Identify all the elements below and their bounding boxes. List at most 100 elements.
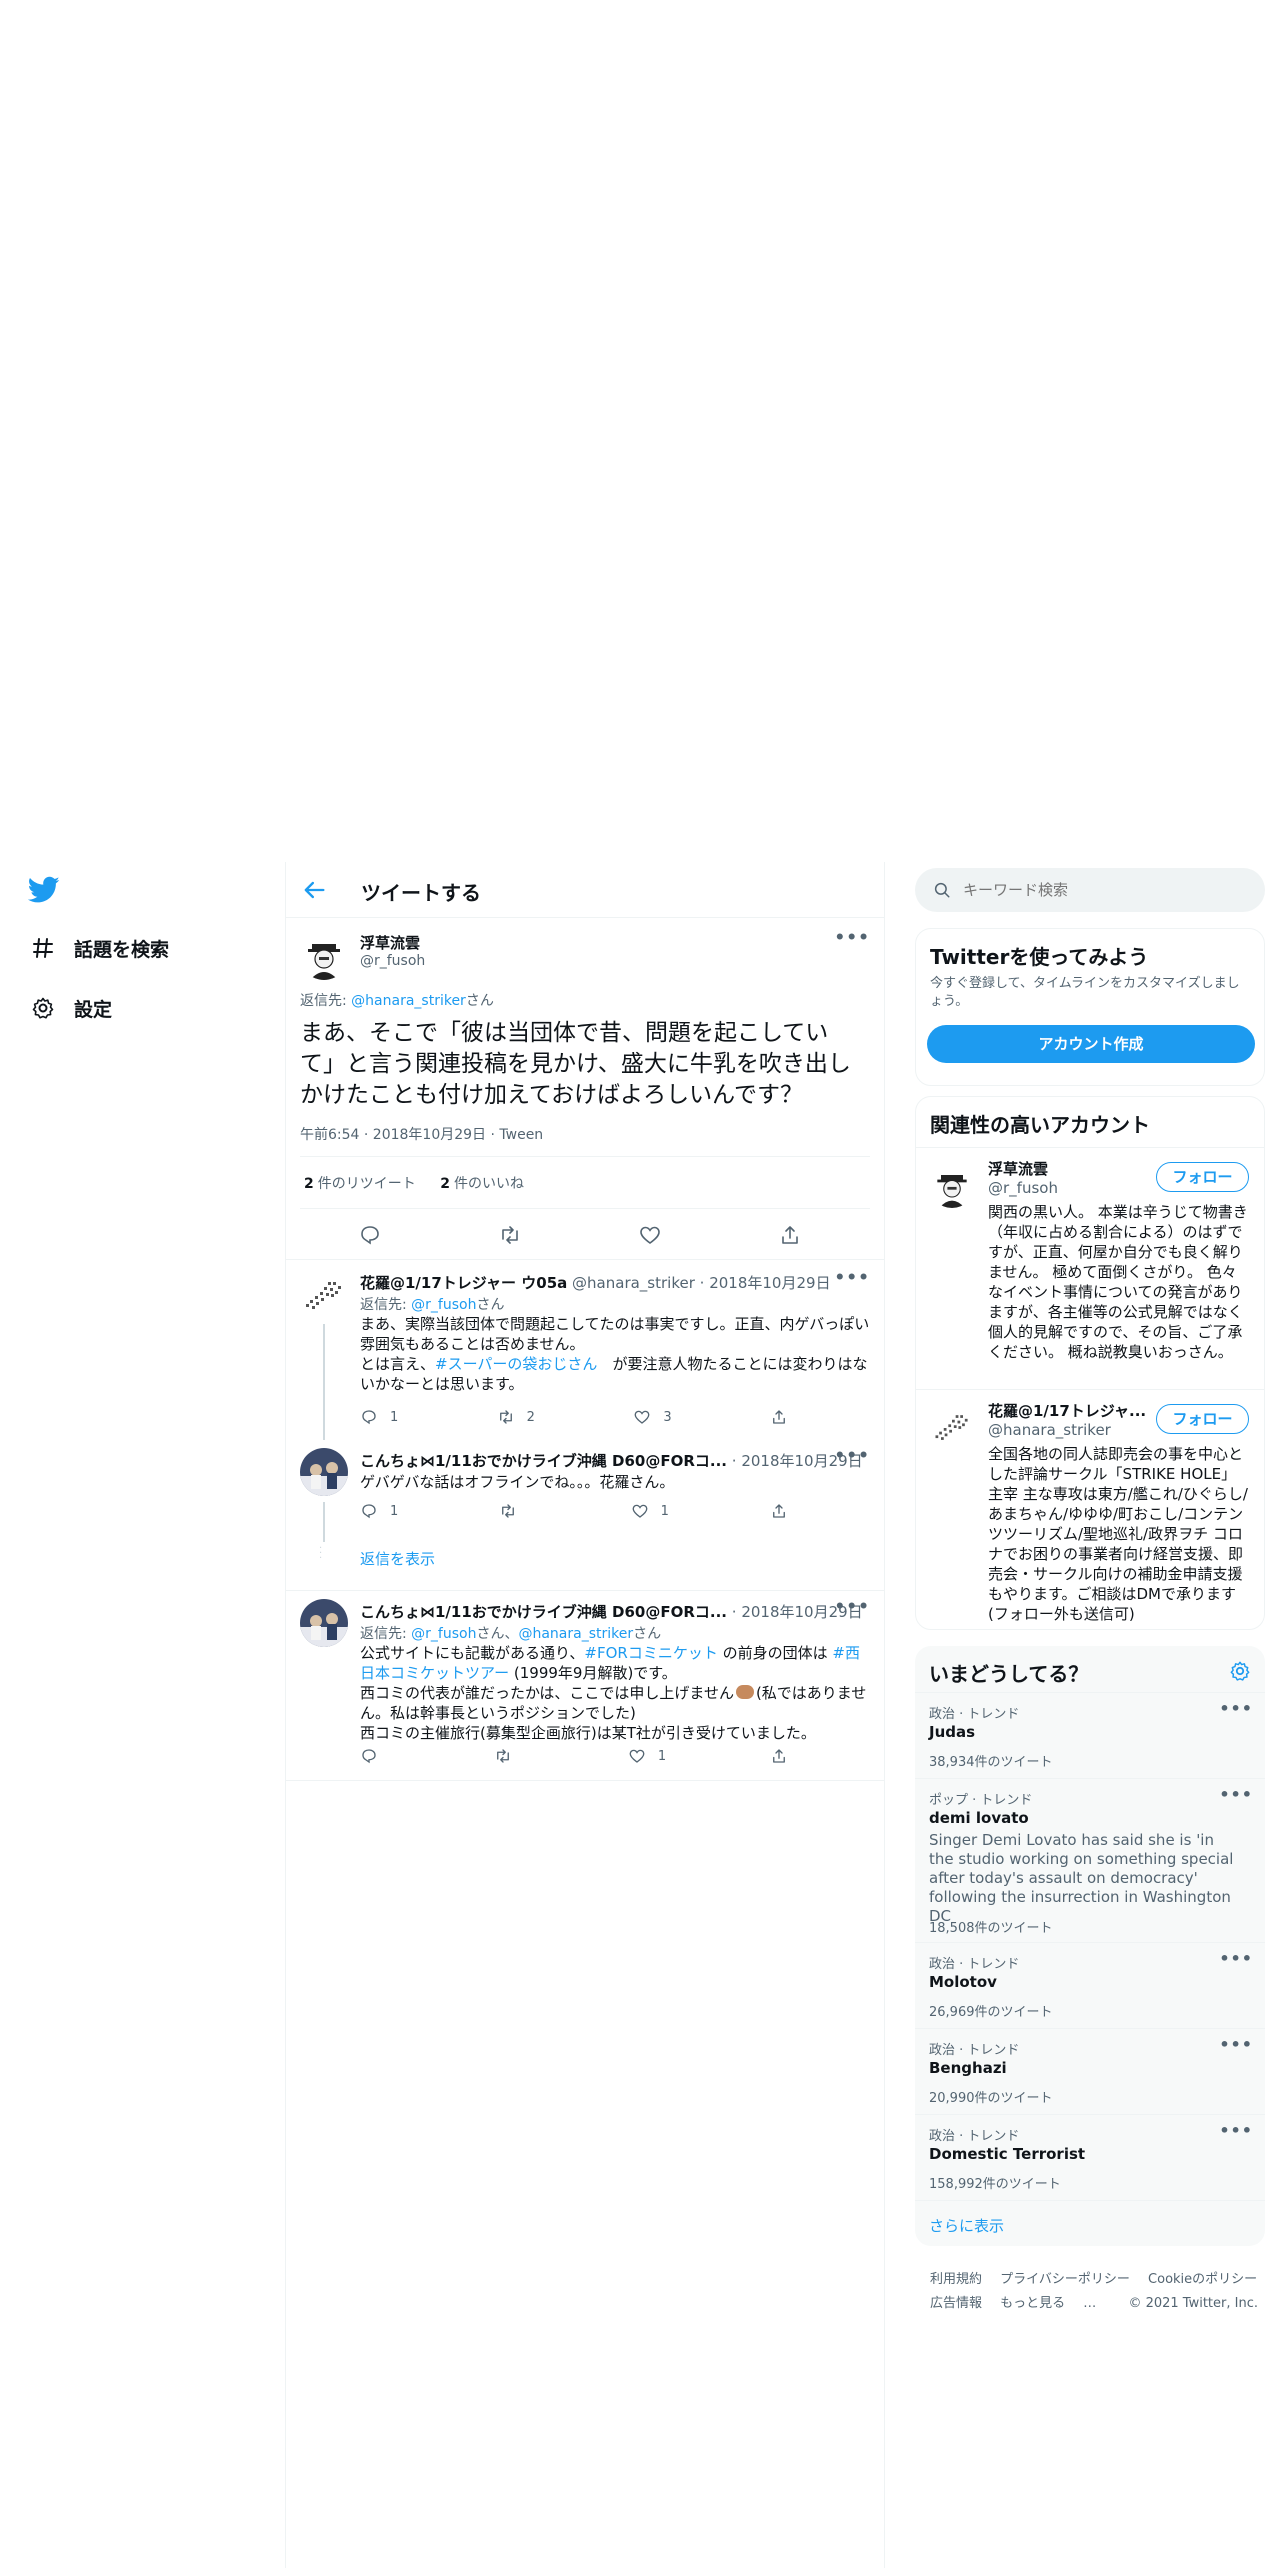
avatar[interactable] [300,1448,348,1496]
account-name: 浮草流雲 [988,1160,1049,1178]
avatar[interactable] [300,1599,348,1647]
thread-line [323,1324,325,1440]
share-action[interactable] [770,1747,800,1765]
arrow-left-icon [304,881,325,899]
reply-action[interactable]: 1 [360,1408,398,1426]
footer-more-label: もっと見る [1000,2296,1066,2311]
reply-to-link[interactable]: @hanara_striker [518,1626,633,1642]
retweet-count[interactable]: 2 [304,1176,314,1192]
like-action[interactable]: 3 [633,1408,672,1426]
share-icon[interactable] [778,1223,802,1247]
more-icon[interactable]: ••• [1219,1785,1253,1804]
account-bio: 関西の黒い人。 本業は辛うじて物書き（年収に占める割合による）のはずですが、正直… [988,1203,1248,1361]
like-action[interactable]: 1 [628,1747,666,1765]
trend-item[interactable]: 政治 · トレンド ••• Judas 38,934件のツイート [915,1692,1265,1778]
account-cell[interactable]: 浮草流雲 @r_fusoh フォロー 関西の黒い人。 本業は辛うじて物書き（年収… [916,1147,1264,1389]
nav-explore[interactable]: 話題を検索 [28,926,169,970]
more-icon[interactable]: ••• [834,928,870,948]
footer-link[interactable]: Cookieのポリシー [1148,2272,1257,2287]
search-input[interactable] [963,878,1243,902]
footer-link[interactable]: もっと見る … [1000,2296,1110,2311]
trend-count: 38,934件のツイート [929,1755,1053,1770]
signup-button[interactable]: アカウント作成 [927,1025,1255,1063]
tweet-timestamp[interactable]: 午前6:54 · 2018年10月29日 · Tween [300,1124,543,1144]
avatar[interactable] [300,1272,348,1320]
reply-action[interactable] [360,1747,390,1765]
retweet-label[interactable]: 件のリツイート [318,1176,416,1192]
avatar[interactable] [930,1164,974,1208]
gear-icon[interactable] [1229,1660,1251,1682]
share-icon [773,1410,785,1424]
trend-item[interactable]: 政治 · トレンド ••• Benghazi 20,990件のツイート [915,2028,1265,2114]
account-handle: @hanara_striker [988,1421,1111,1439]
retweet-action[interactable] [499,1502,529,1520]
reply-to-link[interactable]: @r_fusoh [411,1297,476,1313]
show-more-link[interactable]: さらに表示 [929,2215,1004,2236]
author-handle[interactable]: @hanara_striker [572,1274,695,1292]
reply-suffix: さん [476,1297,505,1313]
follow-button[interactable]: フォロー [1156,1404,1249,1434]
more-icon[interactable]: ••• [834,1597,870,1617]
trend-item[interactable]: 政治 · トレンド ••• Domestic Terrorist 158,992… [915,2114,1265,2200]
more-icon[interactable]: ••• [1219,1949,1253,1968]
more-icon[interactable]: ••• [1219,2035,1253,2054]
nav-settings[interactable]: 設定 [28,986,112,1030]
like-label[interactable]: 件のいいね [454,1176,524,1192]
more-icon[interactable]: ••• [1219,2121,1253,2140]
like-icon[interactable] [638,1223,662,1247]
footer-link[interactable]: 利用規約 [930,2272,982,2287]
timeline-column: ツイートする 浮草流雲 @r_fusoh ••• 返信先: @hanara_st… [285,862,885,2568]
trend-item[interactable]: ポップ · トレンド ••• demi lovato Singer Demi L… [915,1778,1265,1942]
reply-action[interactable]: 1 [360,1502,398,1520]
reply-prefix: 返信先: [360,1626,412,1642]
retweet-action[interactable]: 2 [497,1408,535,1426]
signup-subtitle: 今すぐ登録して、タイムラインをカスタマイズしましょう。 [930,976,1240,1009]
show-more-row[interactable]: さらに表示 [915,2200,1265,2246]
more-icon[interactable]: ••• [1219,1699,1253,1718]
reply-to-line: 返信先: @hanara_strikerさん [300,990,494,1010]
tweet-date[interactable]: 2018年10月29日 [709,1274,830,1292]
avatar[interactable] [300,932,348,980]
share-action[interactable] [770,1408,800,1426]
hashtag-link[interactable]: #FORコミニケット [584,1644,717,1662]
like-icon [634,1410,650,1424]
follow-button[interactable]: フォロー [1156,1162,1249,1192]
retweet-count: 2 [526,1409,535,1425]
trend-item[interactable]: 政治 · トレンド ••• Molotov 26,969件のツイート [915,1942,1265,2028]
footer-link[interactable]: プライバシーポリシー [1000,2272,1130,2287]
account-cell[interactable]: 花羅@1/17トレジャ... @hanara_striker フォロー 全国各地… [916,1389,1264,1629]
author-name[interactable]: 花羅@1/17トレジャー ウ05a [360,1274,567,1292]
reply-to-link[interactable]: @r_fusoh [411,1626,476,1642]
footer-links: 利用規約 プライバシーポリシー Cookieのポリシー [930,2268,1271,2287]
more-icon[interactable]: ••• [834,1446,870,1466]
retweet-icon [502,1504,515,1518]
share-icon [773,1504,785,1518]
like-count[interactable]: 2 [440,1176,450,1192]
more-icon[interactable]: ••• [834,1268,870,1288]
trend-context: 政治 · トレンド [929,1707,1020,1722]
avatar[interactable] [930,1406,974,1450]
author-name[interactable]: こんちょ⋈1/11おでかけライブ沖縄 D60@FORコ... [360,1603,727,1621]
reply-to-line: 返信先: @r_fusohさん、@hanara_strikerさん [360,1623,661,1643]
reply-icon [362,1504,376,1519]
tweet-actions: 1 [360,1747,800,1765]
reply-icon[interactable] [358,1223,382,1247]
more-icon: … [1079,2296,1097,2311]
like-action[interactable]: 1 [631,1502,669,1520]
show-replies-link[interactable]: 返信を表示 [360,1548,435,1569]
author-name[interactable]: 浮草流雲 [360,932,420,953]
reply-to-link[interactable]: @hanara_striker [351,993,466,1009]
author-name[interactable]: こんちょ⋈1/11おでかけライブ沖縄 D60@FORコ... [360,1452,727,1470]
search-box[interactable] [915,868,1265,912]
retweet-icon[interactable] [498,1223,522,1247]
footer-link[interactable]: 広告情報 [930,2296,982,2311]
share-action[interactable] [770,1502,800,1520]
back-button[interactable] [300,876,328,904]
like-count: 3 [663,1409,672,1425]
author-handle[interactable]: @r_fusoh [360,953,425,969]
hashtag-link[interactable]: #スーパーの袋おじさん [435,1355,597,1373]
trend-description: Singer Demi Lovato has said she is 'in t… [929,1831,1234,1925]
reply-header: 花羅@1/17トレジャー ウ05a @hanara_striker · 2018… [360,1274,831,1292]
twitter-logo[interactable] [28,876,60,904]
retweet-action[interactable] [494,1747,524,1765]
